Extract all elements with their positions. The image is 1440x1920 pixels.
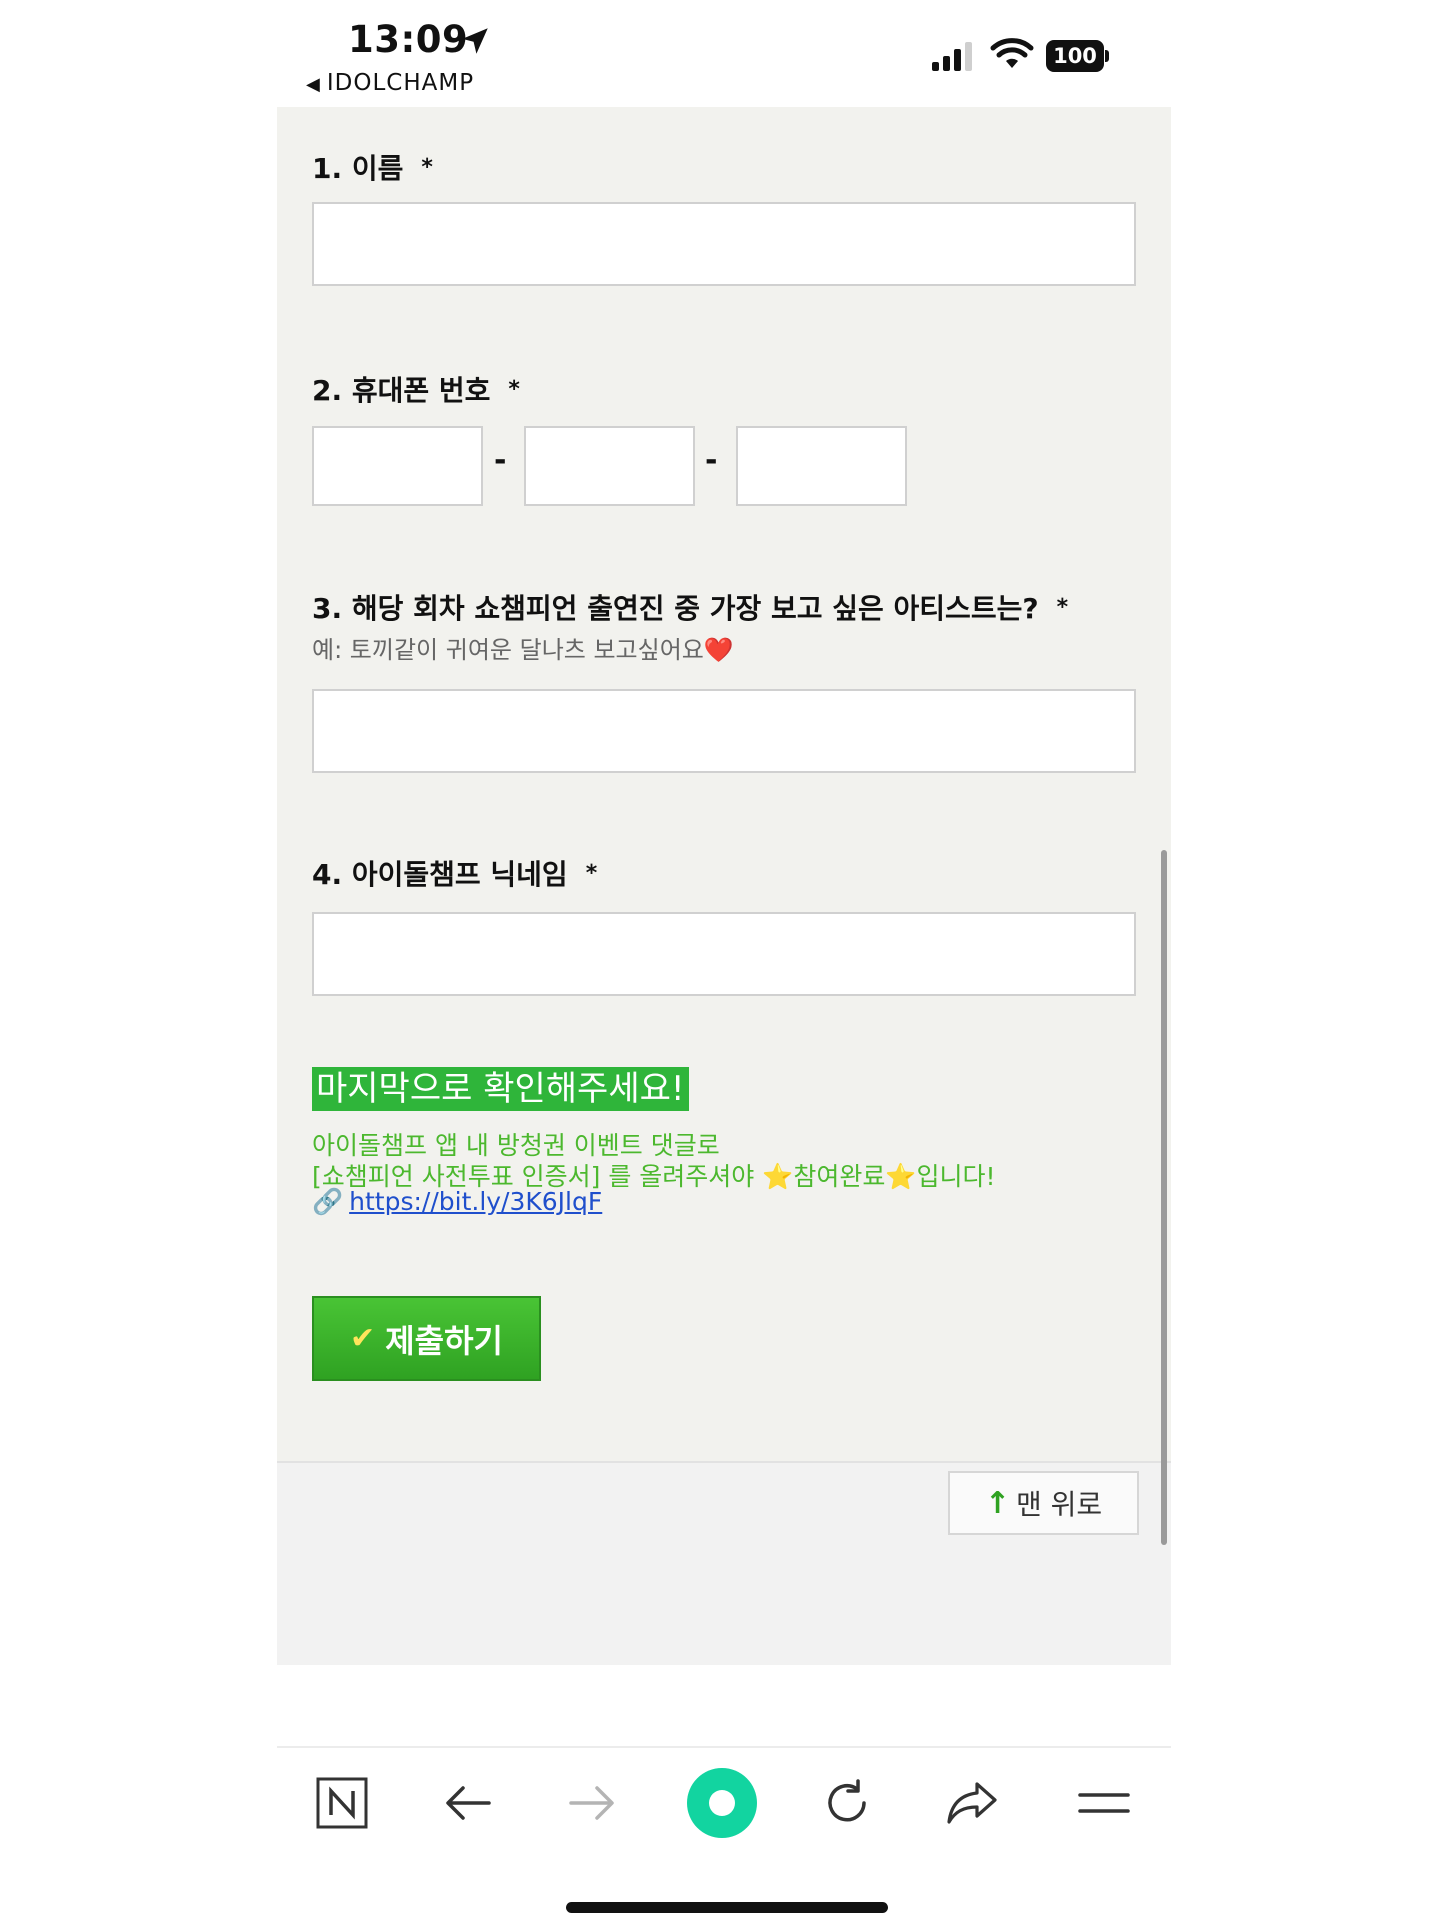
reload-icon [828,1779,866,1822]
required-mark: * [585,861,598,886]
battery-level: 100 [1046,40,1104,72]
question-phone-label: 2. 휴대폰 번호 * [312,374,520,407]
notice-link-row: 🔗 https://bit.ly/3K6JlqF [312,1187,602,1217]
question-artist-hint: 예: 토끼같이 귀여운 달나츠 보고싶어요❤️ [312,636,734,664]
artist-input[interactable] [312,689,1136,773]
forward-arrow-icon [569,1786,614,1820]
arrow-up-icon: ↑ [984,1485,1010,1521]
back-to-top-button[interactable]: ↑ 맨 위로 [948,1471,1139,1535]
naver-home-button[interactable] [277,1748,407,1858]
cellular-signal-icon [932,42,972,71]
required-mark: * [421,155,433,180]
event-form: 1. 이름 * 2. 휴대폰 번호 * - - 3. 해당 회차 쇼챔피언 출연진 … [277,107,1171,1461]
battery-indicator: 100 [1046,40,1110,72]
back-arrow-icon [446,1786,491,1820]
back-to-top-label: 맨 위로 [1015,1488,1103,1521]
page-scrollbar[interactable] [1161,850,1167,1545]
status-bar: 13:09 ◀ IDOLCHAMP 100 [0,0,1440,105]
phone-part-1-input[interactable] [312,426,483,506]
phone-separator: - [705,443,718,478]
web-content: 1. 이름 * 2. 휴대폰 번호 * - - 3. 해당 회차 쇼챔피언 출연진 … [277,107,1171,1665]
question-artist-label: 3. 해당 회차 쇼챔피언 출연진 중 가장 보고 싶은 아티스트는? * [312,592,1069,625]
battery-nub [1105,50,1109,62]
green-dot-icon [687,1768,757,1838]
phone-separator: - [494,443,507,478]
back-triangle-icon: ◀ [306,74,321,95]
browser-toolbar [277,1746,1171,1856]
browser-back-button[interactable] [403,1748,533,1858]
share-button[interactable] [907,1748,1037,1858]
reload-button[interactable] [782,1748,912,1858]
menu-icon [1078,1793,1130,1813]
nickname-input[interactable] [312,912,1136,996]
required-mark: * [1056,595,1069,620]
status-time: 13:09 [348,18,469,61]
location-arrow-icon [462,28,488,54]
notice-title: 마지막으로 확인해주세요! [312,1067,689,1111]
home-indicator[interactable] [566,1902,888,1913]
wifi-icon [990,38,1034,68]
back-to-app-link[interactable]: ◀ IDOLCHAMP [306,70,474,96]
share-icon [947,1782,997,1824]
submit-button-label: 제출하기 [385,1321,503,1360]
required-mark: * [508,377,520,402]
menu-button[interactable] [1037,1748,1171,1858]
page-footer: ↑ 맨 위로 [277,1461,1171,1665]
submit-button[interactable]: ✔ 제출하기 [312,1296,541,1381]
naver-icon [316,1777,368,1829]
event-link[interactable]: https://bit.ly/3K6JlqF [349,1187,602,1216]
green-dot-button[interactable] [652,1748,792,1858]
browser-forward-button[interactable] [527,1748,657,1858]
check-icon: ✔ [350,1321,376,1356]
question-nickname-label: 4. 아이돌챔프 닉네임 * [312,858,598,891]
name-input[interactable] [312,202,1136,286]
phone-part-3-input[interactable] [736,426,907,506]
link-icon: 🔗 [312,1187,344,1216]
phone-part-2-input[interactable] [524,426,695,506]
question-name-label: 1. 이름 * [312,152,433,185]
back-app-label: IDOLCHAMP [326,70,475,96]
